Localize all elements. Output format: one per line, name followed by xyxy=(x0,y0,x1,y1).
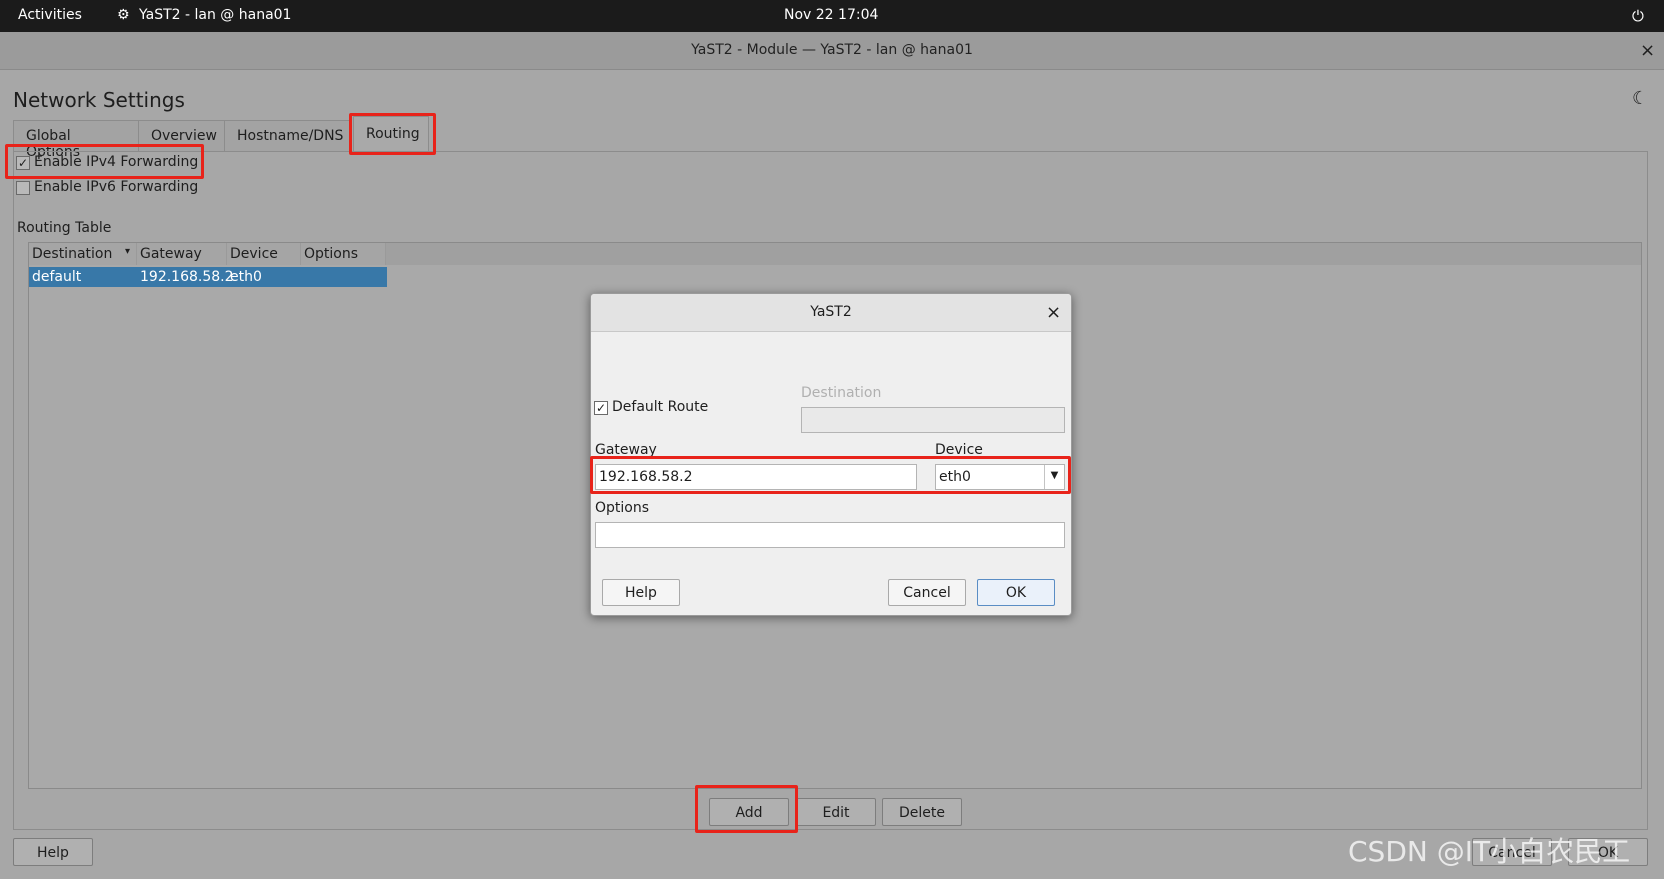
options-input[interactable] xyxy=(595,522,1065,548)
window-close-icon[interactable]: × xyxy=(1640,40,1655,61)
watermark: CSDN @IT小白农民工 xyxy=(1348,835,1631,868)
window-titlebar: YaST2 - Module — YaST2 - lan @ hana01 × xyxy=(0,32,1664,70)
edit-button[interactable]: Edit xyxy=(796,798,876,826)
cell-device: eth0 xyxy=(230,269,262,285)
delete-button[interactable]: Delete xyxy=(882,798,962,826)
column-options[interactable]: Options xyxy=(301,243,386,265)
dialog-close-icon[interactable]: × xyxy=(1046,302,1061,323)
highlight-ipv4-forwarding xyxy=(5,144,204,179)
clock[interactable]: Nov 22 17:04 xyxy=(784,7,878,23)
column-destination-label: Destination xyxy=(32,246,113,262)
highlight-routing-tab xyxy=(349,113,436,155)
window-title: YaST2 - Module — YaST2 - lan @ hana01 xyxy=(691,42,973,58)
dialog-ok-button[interactable]: OK xyxy=(977,579,1055,606)
destination-label: Destination xyxy=(801,385,882,401)
ipv6-forwarding-checkbox[interactable] xyxy=(16,181,30,195)
dialog-title: YaST2 xyxy=(591,294,1071,332)
column-destination[interactable]: Destination ▾ xyxy=(29,243,137,265)
options-label: Options xyxy=(595,500,650,516)
destination-input[interactable] xyxy=(801,407,1065,433)
column-gateway[interactable]: Gateway xyxy=(137,243,227,265)
tab-hostname-dns[interactable]: Hostname/DNS xyxy=(224,120,350,152)
column-device[interactable]: Device xyxy=(227,243,301,265)
routing-table-title: Routing Table xyxy=(17,220,112,236)
dialog-cancel-button[interactable]: Cancel xyxy=(888,579,966,606)
power-icon[interactable]: ⏻ xyxy=(1632,7,1644,25)
cell-gateway: 192.168.58.2 xyxy=(140,269,234,285)
highlight-add-button xyxy=(695,785,798,833)
app-menu-icon[interactable]: ⚙ xyxy=(117,7,130,23)
page-title: Network Settings xyxy=(13,88,185,112)
highlight-gateway-device xyxy=(590,456,1071,494)
cell-destination: default xyxy=(32,269,82,285)
help-button[interactable]: Help xyxy=(13,838,93,866)
activities-button[interactable]: Activities xyxy=(18,7,82,23)
route-dialog: YaST2 × ✓ Default Route Destination Gate… xyxy=(590,293,1072,616)
ipv6-forwarding-label[interactable]: Enable IPv6 Forwarding xyxy=(34,179,198,195)
sort-down-icon: ▾ xyxy=(125,246,131,257)
top-bar: Activities ⚙ YaST2 - lan @ hana01 Nov 22… xyxy=(0,0,1664,32)
theme-toggle-icon[interactable]: ☾ xyxy=(1632,88,1648,109)
default-route-checkbox[interactable]: ✓ xyxy=(594,401,608,415)
app-menu-label[interactable]: YaST2 - lan @ hana01 xyxy=(139,7,291,23)
default-route-label[interactable]: Default Route xyxy=(612,399,708,415)
dialog-help-button[interactable]: Help xyxy=(602,579,680,606)
